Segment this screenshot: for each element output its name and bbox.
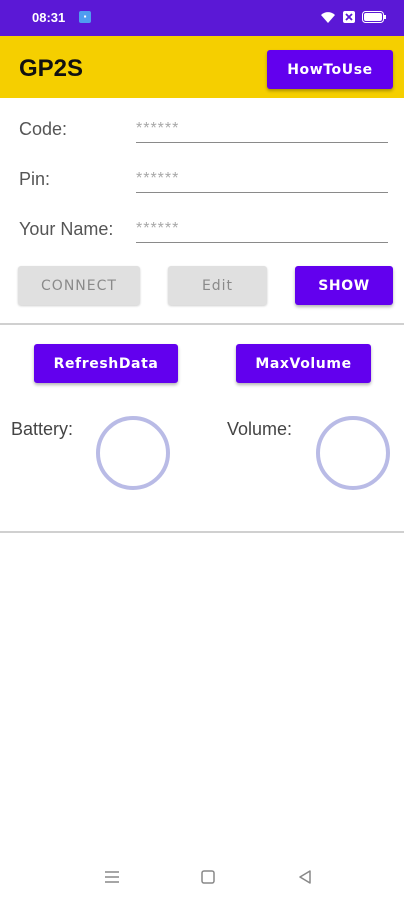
- name-input[interactable]: [136, 216, 388, 243]
- divider-top: [0, 323, 404, 325]
- app-title: GP2S: [19, 55, 84, 82]
- system-nav-bar: [0, 855, 404, 900]
- show-button[interactable]: SHOW: [295, 266, 393, 305]
- home-icon[interactable]: [196, 865, 220, 889]
- max-volume-button[interactable]: MaxVolume: [236, 344, 371, 383]
- battery-icon: [362, 11, 386, 23]
- edit-button[interactable]: Edit: [168, 266, 267, 305]
- code-label: Code:: [19, 119, 68, 139]
- status-icons: [320, 10, 386, 24]
- pin-label: Pin:: [19, 169, 51, 189]
- volume-label: Volume:: [227, 419, 293, 439]
- code-input[interactable]: [136, 116, 388, 143]
- wifi-icon: [320, 10, 336, 24]
- notification-app-icon: ▪: [79, 11, 91, 23]
- no-sim-icon: [342, 10, 356, 24]
- connect-button[interactable]: CONNECT: [18, 266, 140, 305]
- battery-label: Battery:: [11, 419, 74, 439]
- how-to-use-button[interactable]: HowToUse: [267, 50, 393, 89]
- refresh-data-button[interactable]: RefreshData: [34, 344, 178, 383]
- divider-bottom: [0, 531, 404, 533]
- battery-gauge: [96, 416, 170, 490]
- pin-input[interactable]: [136, 166, 388, 193]
- menu-icon[interactable]: [100, 865, 124, 889]
- status-time: 08:31: [32, 10, 66, 25]
- volume-gauge: [316, 416, 390, 490]
- status-bar: 08:31 ▪: [0, 0, 404, 36]
- back-icon[interactable]: [293, 865, 317, 889]
- name-label: Your Name:: [19, 219, 114, 239]
